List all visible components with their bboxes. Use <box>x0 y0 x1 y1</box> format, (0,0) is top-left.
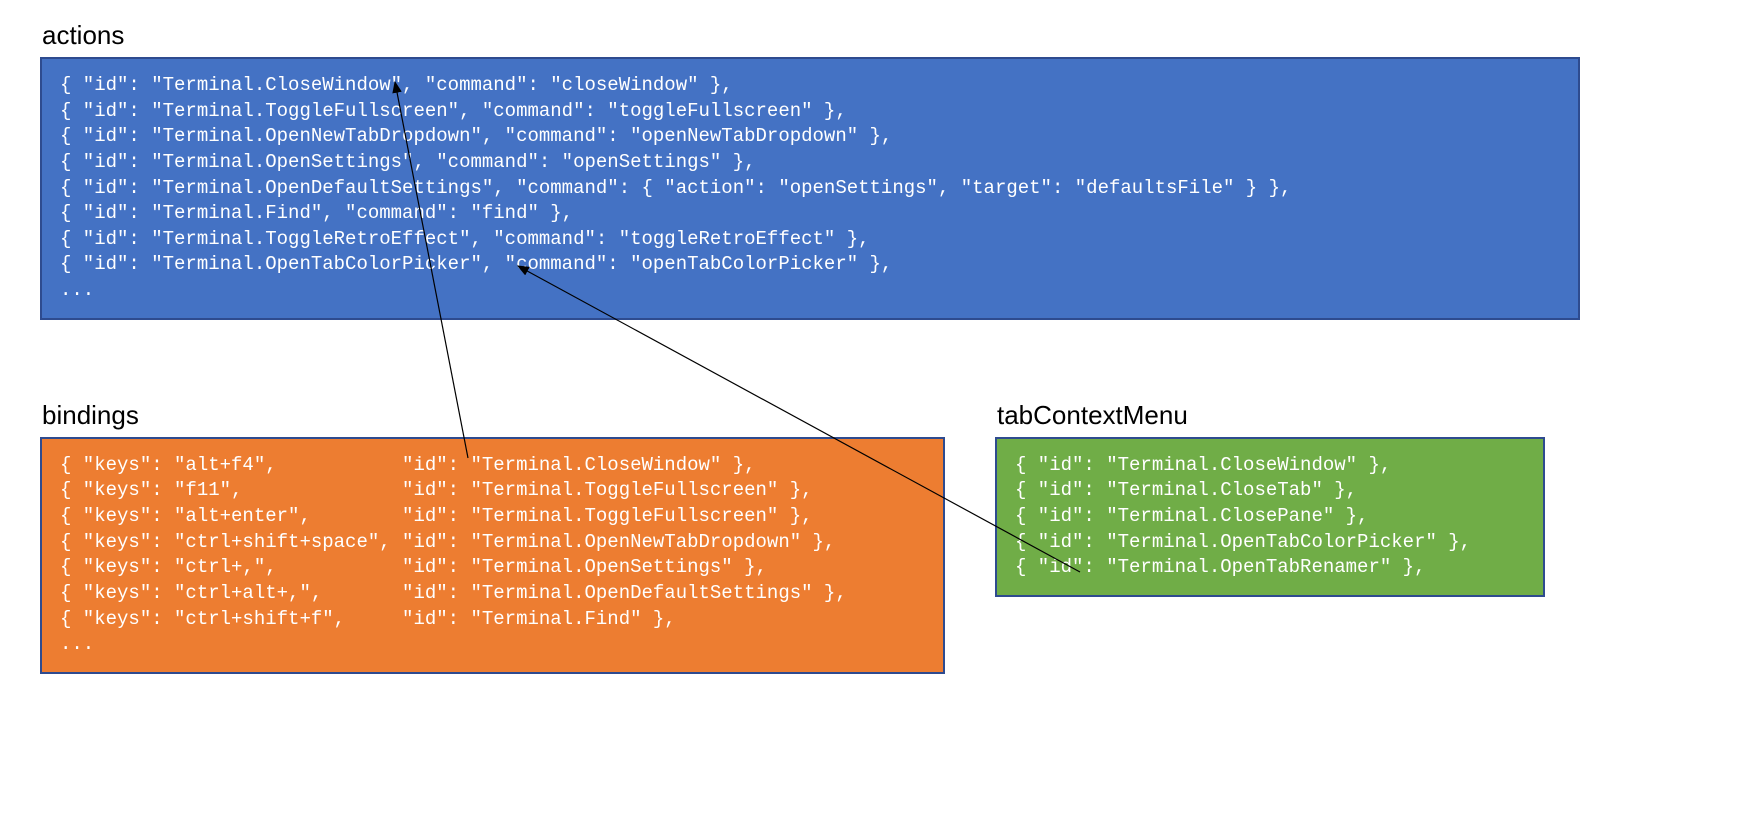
actions-code-box: { "id": "Terminal.CloseWindow", "command… <box>40 57 1580 320</box>
actions-section: actions { "id": "Terminal.CloseWindow", … <box>40 20 1717 320</box>
bindings-title: bindings <box>42 400 945 431</box>
actions-title: actions <box>42 20 1717 51</box>
bindings-section: bindings { "keys": "alt+f4", "id": "Term… <box>40 400 945 674</box>
tabcontextmenu-title: tabContextMenu <box>997 400 1545 431</box>
bindings-code-box: { "keys": "alt+f4", "id": "Terminal.Clos… <box>40 437 945 674</box>
tabcontextmenu-section: tabContextMenu { "id": "Terminal.CloseWi… <box>995 400 1545 597</box>
tabcontextmenu-code-box: { "id": "Terminal.CloseWindow" }, { "id"… <box>995 437 1545 597</box>
